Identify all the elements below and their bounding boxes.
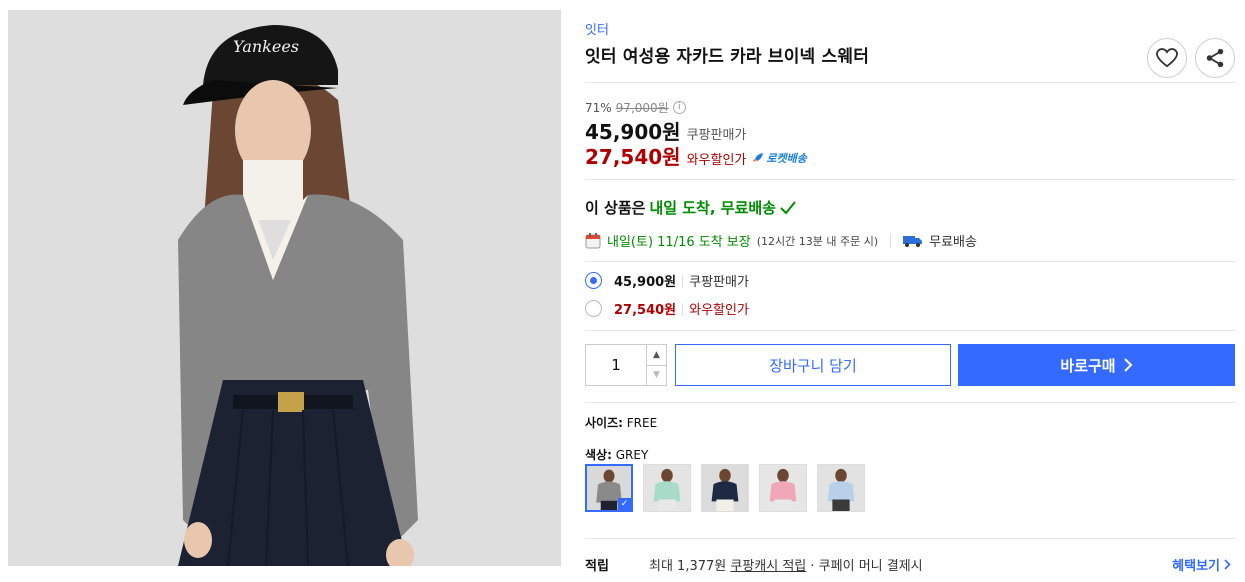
benefits-link-label: 혜택보기	[1172, 559, 1220, 574]
wow-price-label: 와우할인가	[686, 153, 747, 168]
points-label: 적립	[585, 559, 609, 574]
calendar-icon	[585, 233, 601, 249]
svg-text:Yankees: Yankees	[233, 37, 299, 56]
divider	[682, 274, 684, 287]
rocket-delivery-label: 로켓배송	[766, 152, 807, 165]
swatch-thumbnail	[760, 465, 806, 511]
points-row: 적립 최대 1,377원 쿠팡캐시 적립 · 쿠페이 머니 결제시 혜택보기	[585, 555, 1235, 574]
radio-button[interactable]	[585, 300, 602, 317]
divider	[585, 402, 1235, 403]
chevron-right-icon	[1224, 559, 1231, 570]
cutoff-note: (12시간 13분 내 주문 시)	[756, 234, 879, 248]
wow-price: 27,540원	[585, 145, 681, 169]
rocket-icon	[753, 153, 764, 162]
color-swatch-pink[interactable]	[759, 464, 807, 512]
arrival-prefix: 이 상품은	[585, 199, 646, 217]
option-label: 쿠팡판매가	[689, 275, 749, 290]
discount-rate: 71%	[585, 100, 612, 115]
divider	[585, 538, 1235, 539]
share-button[interactable]	[1195, 38, 1235, 78]
quantity-arrows: ▲ ▼	[646, 345, 666, 385]
divider	[682, 302, 684, 315]
buy-now-button[interactable]: 바로구매	[958, 344, 1235, 386]
heart-icon	[1156, 48, 1178, 68]
delivery-info-row: 내일(토) 11/16 도착 보장 (12시간 13분 내 주문 시) 무료배송	[585, 231, 977, 250]
product-title: 잇터 여성용 자카드 카라 브이넥 스웨터	[585, 47, 870, 67]
color-swatch-sky[interactable]	[817, 464, 865, 512]
original-price: 97,000원	[615, 101, 669, 115]
check-icon: ✓	[618, 498, 631, 510]
color-value: GREY	[615, 448, 649, 462]
arrival-date: 내일(토) 11/16 도착 보장	[607, 235, 751, 250]
discount-row: 71% 97,000원 i	[585, 99, 686, 116]
option-price: 27,540원	[614, 303, 677, 318]
divider	[585, 179, 1235, 180]
size-value: FREE	[626, 416, 658, 430]
wishlist-button[interactable]	[1147, 38, 1187, 78]
buy-now-label: 바로구매	[1060, 356, 1116, 375]
option-price: 45,900원	[614, 275, 677, 290]
wow-price-row: 27,540원 와우할인가 로켓배송	[585, 141, 807, 170]
chevron-right-icon	[1123, 358, 1133, 372]
add-to-cart-button[interactable]: 장바구니 담기	[675, 344, 951, 386]
product-main-image: Yankees	[8, 10, 561, 566]
option-label: 와우할인가	[689, 303, 749, 318]
points-text: 최대 1,377원 쿠팡캐시 적립 · 쿠페이 머니 결제시	[649, 555, 923, 574]
check-icon	[780, 200, 796, 214]
divider	[585, 82, 1235, 83]
quantity-input[interactable]	[586, 345, 646, 385]
coupang-cash-link[interactable]: 쿠팡캐시 적립	[730, 559, 806, 574]
color-swatch-mint[interactable]	[643, 464, 691, 512]
divider	[890, 233, 892, 248]
share-icon	[1206, 48, 1224, 68]
product-photo-illustration: Yankees	[8, 10, 561, 566]
chevron-down-icon[interactable]: ▼	[647, 364, 666, 386]
points-suffix: · 쿠페이 머니 결제시	[810, 559, 923, 574]
swatch-thumbnail	[818, 465, 864, 511]
price-option-wow[interactable]: 27,540원 와우할인가	[585, 299, 749, 318]
radio-button-selected[interactable]	[585, 272, 602, 289]
color-swatch-list: ✓	[585, 464, 865, 512]
color-row: 색상: GREY	[585, 446, 648, 463]
swatch-thumbnail	[644, 465, 690, 511]
rocket-delivery-badge: 로켓배송	[752, 150, 807, 166]
quantity-stepper: ▲ ▼	[585, 344, 667, 386]
divider	[585, 330, 1235, 331]
truck-icon	[903, 235, 923, 247]
chevron-up-icon[interactable]: ▲	[647, 345, 666, 365]
size-label: 사이즈:	[585, 416, 623, 430]
arrival-highlight: 내일 도착, 무료배송	[649, 199, 776, 217]
color-label: 색상:	[585, 448, 612, 462]
product-info-panel: 잇터 잇터 여성용 자카드 카라 브이넥 스웨터 71% 97,000원 i 4…	[585, 0, 1237, 582]
free-shipping-label: 무료배송	[929, 235, 977, 250]
brand-link[interactable]: 잇터	[585, 19, 609, 38]
points-amount: 최대 1,377원	[649, 559, 727, 574]
arrival-headline: 이 상품은 내일 도착, 무료배송	[585, 197, 796, 218]
size-row: 사이즈: FREE	[585, 414, 657, 431]
info-icon[interactable]: i	[672, 101, 686, 114]
color-swatch-navy[interactable]	[701, 464, 749, 512]
color-swatch-grey[interactable]: ✓	[585, 464, 633, 512]
swatch-thumbnail	[702, 465, 748, 511]
benefits-link[interactable]: 혜택보기	[1172, 555, 1231, 574]
price-option-coupang[interactable]: 45,900원 쿠팡판매가	[585, 271, 749, 290]
divider	[585, 261, 1235, 262]
